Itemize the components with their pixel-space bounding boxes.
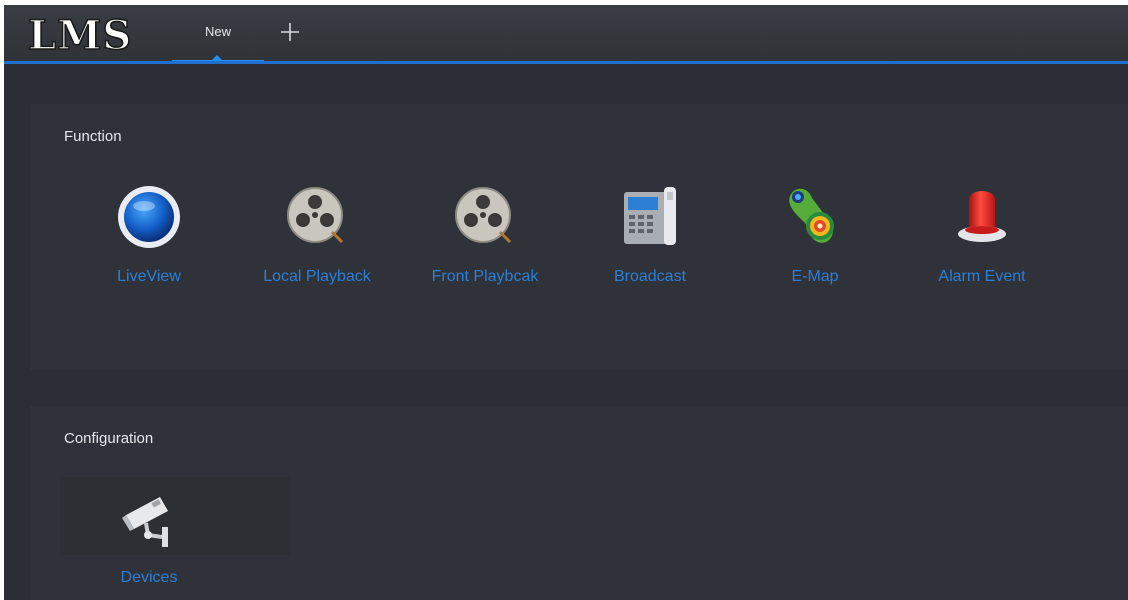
local-playback-label: Local Playback [263, 268, 371, 285]
devices-item[interactable]: Devices [69, 485, 229, 600]
film-reel-icon [455, 187, 512, 244]
camera-icon [122, 497, 168, 547]
topbar-divider [4, 61, 1128, 64]
liveview-item[interactable]: LiveView [69, 182, 229, 312]
liveview-icon [118, 186, 180, 248]
configuration-title: Configuration [64, 430, 154, 447]
svg-text:LMS: LMS [28, 12, 132, 55]
function-title: Function [64, 128, 122, 145]
tab-caret [212, 55, 222, 60]
front-playback-label: Front Playbcak [431, 268, 539, 285]
broadcast-item[interactable]: Broadcast [570, 182, 730, 312]
film-reel-icon [287, 187, 344, 244]
alarm-event-label: Alarm Event [938, 268, 1026, 285]
emap-item[interactable]: E-Map [735, 182, 895, 312]
front-playback-item[interactable]: Front Playbcak [405, 182, 565, 312]
emap-icon [789, 188, 834, 243]
broadcast-phone-icon [624, 187, 676, 245]
top-bar: LMS New [4, 5, 1128, 63]
lms-logo: LMS [27, 11, 132, 55]
broadcast-label: Broadcast [613, 268, 687, 285]
alarm-light-icon [958, 191, 1006, 242]
tab-label: New [204, 24, 231, 39]
emap-label: E-Map [791, 268, 839, 285]
plus-icon[interactable] [278, 20, 302, 44]
liveview-label: LiveView [117, 268, 181, 285]
app-window: LMS New Function LiveView Local Playback… [4, 5, 1128, 600]
devices-label: Devices [120, 569, 178, 586]
alarm-event-item[interactable]: Alarm Event [902, 182, 1062, 312]
local-playback-item[interactable]: Local Playback [237, 182, 397, 312]
tab-new[interactable]: New [172, 5, 264, 63]
